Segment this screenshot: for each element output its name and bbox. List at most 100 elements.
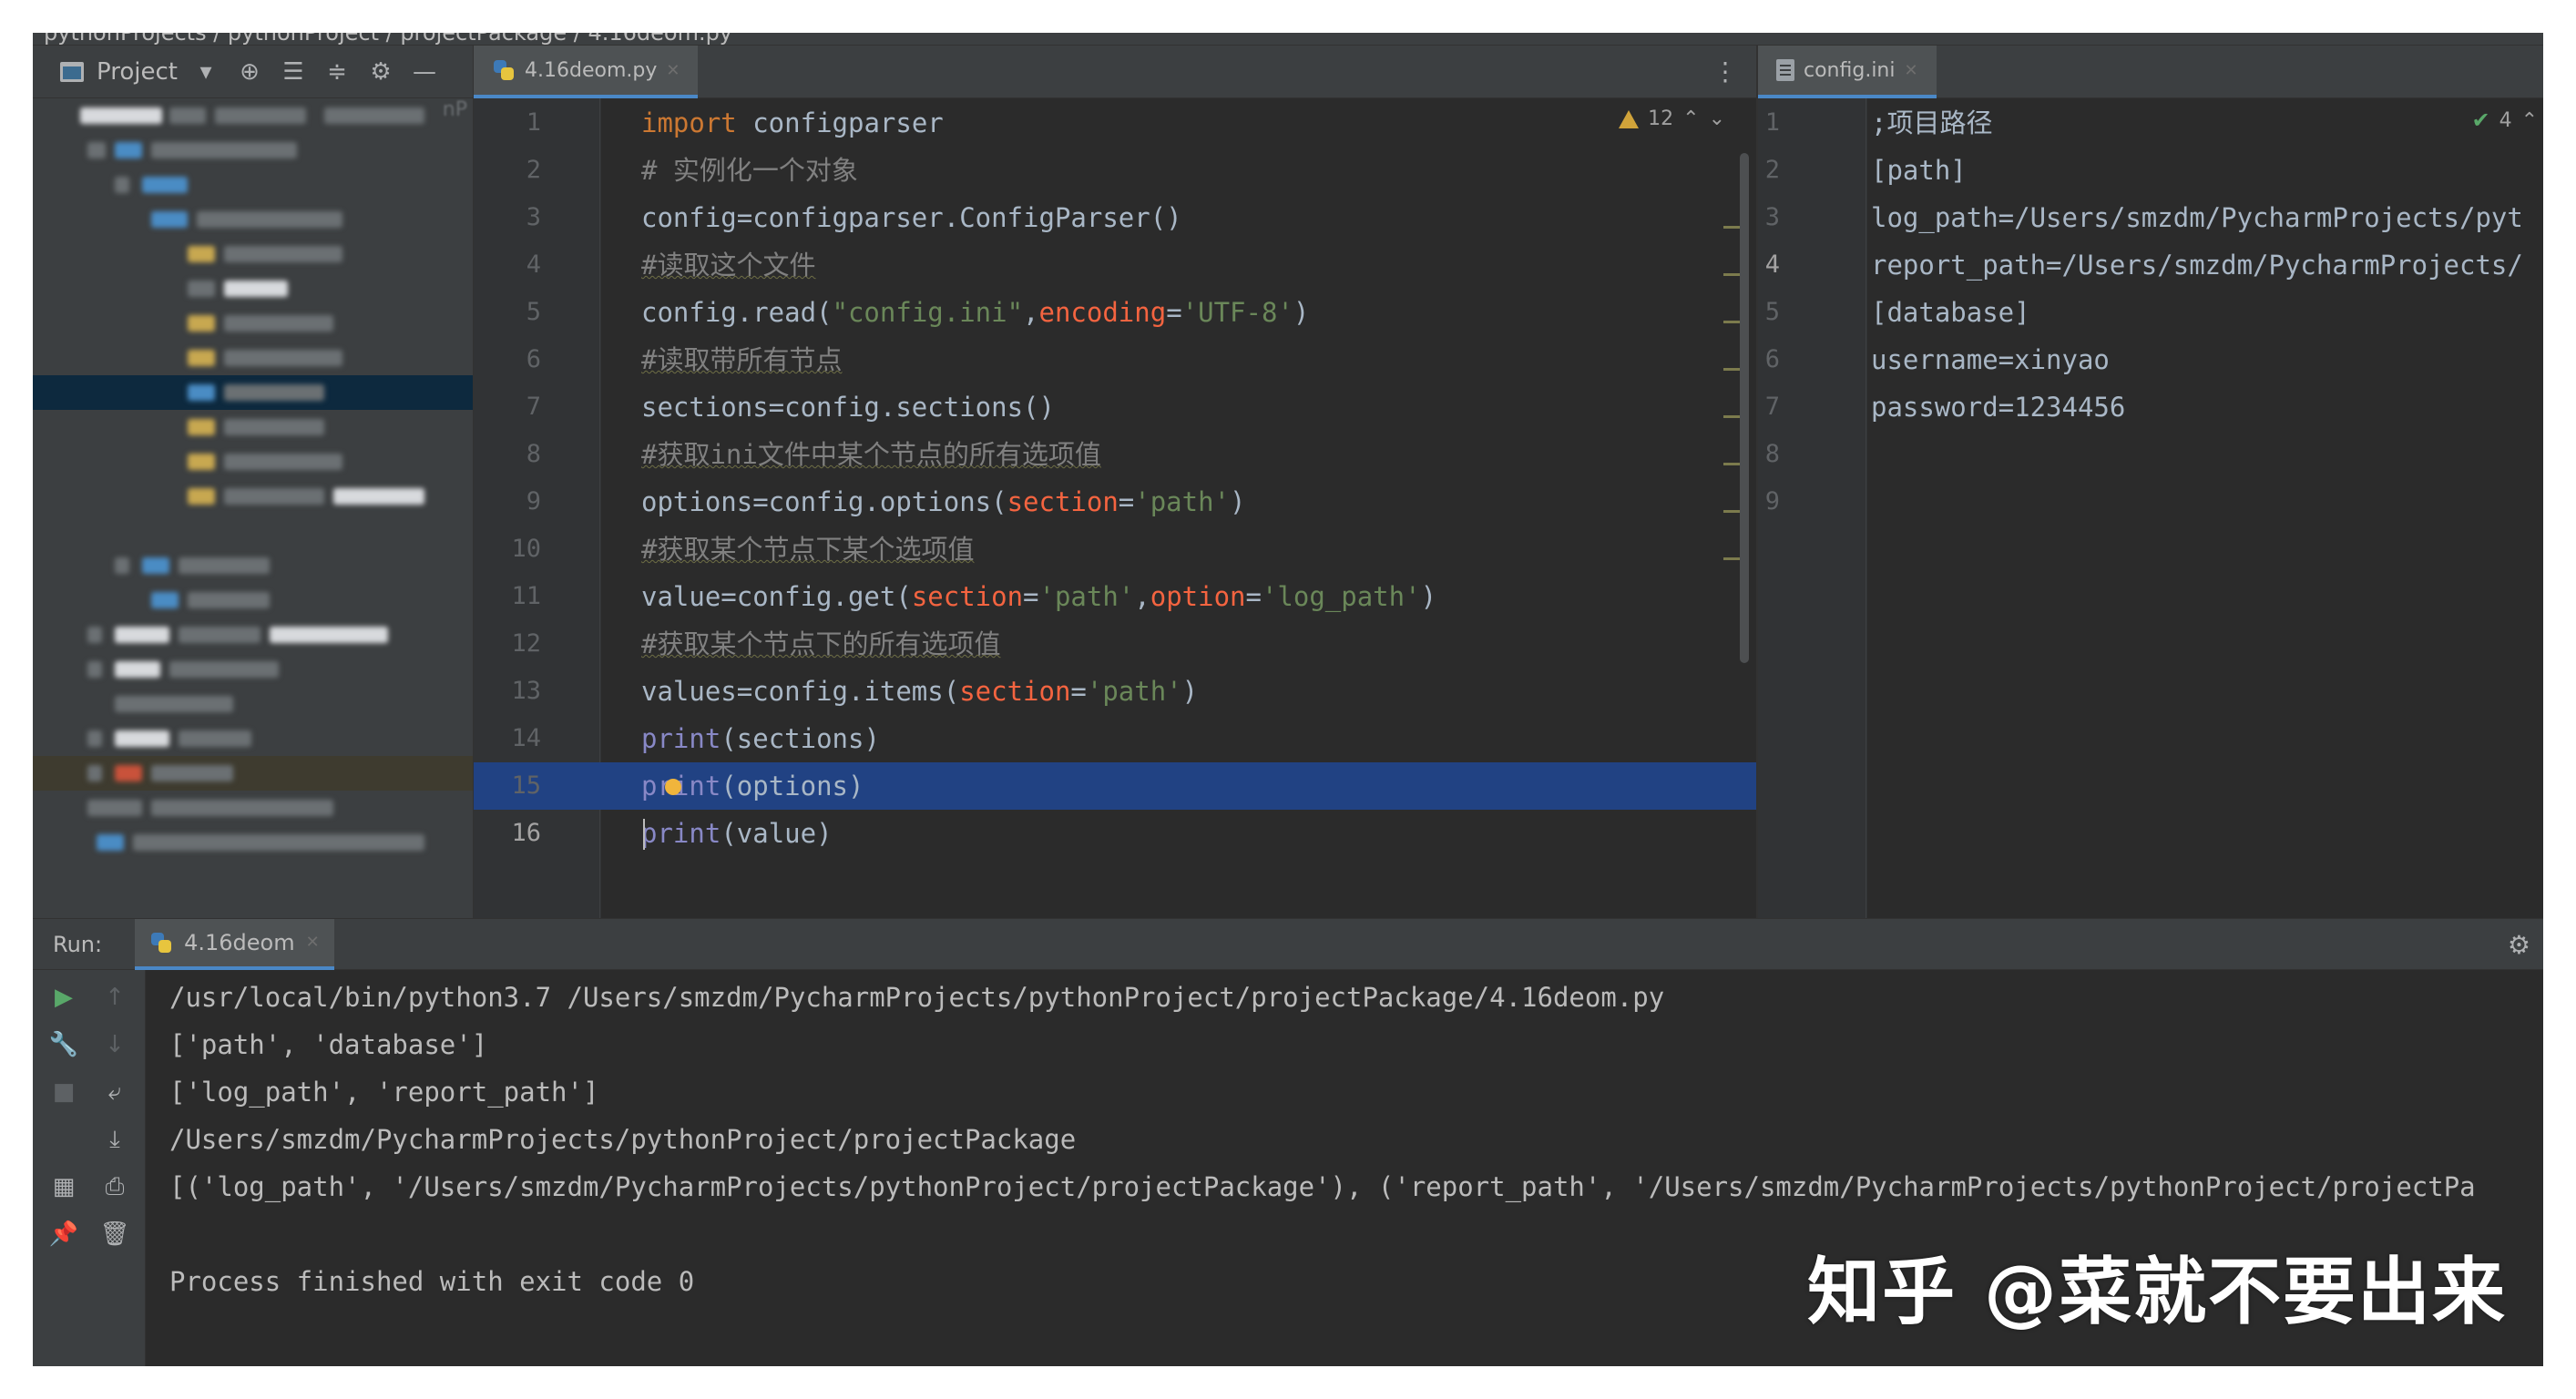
editor-python: 4.16deom.py ✕ ⋮ 12 ⌃ ⌄ 1 import configpa…	[474, 46, 1756, 918]
code-line[interactable]: 13 values=config.items(section='path')	[474, 668, 1756, 715]
code-text: print(value)	[641, 818, 833, 849]
ini-line[interactable]: 5 [database]	[1758, 289, 2543, 336]
code-line[interactable]: 9 options=config.options(section='path')	[474, 478, 1756, 526]
down-arrow-icon[interactable]: ↓	[97, 1026, 133, 1063]
code-line[interactable]: 16 print(value)	[474, 810, 1756, 857]
code-line[interactable]: 6 #读取带所有节点	[474, 336, 1756, 383]
tree-item[interactable]	[33, 306, 473, 341]
up-arrow-icon[interactable]: ↑	[97, 979, 133, 1016]
line-number: 9	[526, 487, 541, 516]
close-icon[interactable]: ✕	[666, 61, 680, 80]
code-editor[interactable]: 12 ⌃ ⌄ 1 import configparser 2 # 实例化一个对象 3 co…	[474, 98, 1756, 918]
tree-item[interactable]	[33, 168, 473, 202]
ini-line[interactable]: 6 username=xinyao	[1758, 336, 2543, 383]
line-number: 7	[1764, 393, 1780, 421]
tab-config-ini[interactable]: config.ini ✕	[1758, 46, 1937, 98]
pin-icon[interactable]: 📌	[46, 1216, 82, 1252]
tree-item[interactable]	[33, 652, 473, 687]
print-icon[interactable]: ⎙	[97, 1169, 133, 1205]
code-text: sections=config.sections()	[641, 392, 1055, 423]
line-number: 1	[1764, 108, 1780, 137]
ide-window: pythonProjects / pythonProject / project…	[33, 33, 2543, 1366]
ini-line[interactable]: 7 password=1234456	[1758, 383, 2543, 431]
layout-icon[interactable]: ▦	[46, 1169, 82, 1205]
code-line[interactable]: 1 import configparser	[474, 99, 1756, 147]
ini-line[interactable]: 3 log_path=/Users/smzdm/PycharmProjects/p…	[1758, 194, 2543, 241]
ini-text: password=1234456	[1871, 392, 2126, 423]
tree-item[interactable]	[33, 98, 473, 133]
tree-item[interactable]	[33, 548, 473, 583]
ini-line[interactable]: 9	[1758, 478, 2543, 526]
rerun-icon[interactable]: ▶	[46, 979, 82, 1016]
code-text: print(sections)	[641, 723, 880, 754]
tree-item[interactable]	[33, 721, 473, 756]
locate-icon[interactable]: ⊕	[234, 58, 265, 86]
tree-item[interactable]	[33, 341, 473, 375]
tree-item[interactable]	[33, 479, 473, 514]
ini-line[interactable]: 4 report_path=/Users/smzdm/PycharmProject…	[1758, 241, 2543, 289]
run-config-tab[interactable]: 4.16deom ✕	[135, 918, 334, 970]
line-number: 16	[511, 819, 541, 847]
editor-ini: config.ini ✕ ✔ 4 ⌃ 1 ;项目路径 2 [path] 3 log_pat…	[1756, 46, 2543, 918]
more-options-icon[interactable]: ⋮	[1712, 56, 1738, 87]
ini-line[interactable]: 2 [path]	[1758, 147, 2543, 194]
line-number: 2	[1764, 156, 1780, 184]
tab-4-16deom-py[interactable]: 4.16deom.py ✕	[474, 46, 699, 98]
project-view-selector[interactable]: Project	[97, 58, 178, 86]
tree-item[interactable]	[33, 687, 473, 721]
minimize-icon[interactable]: —	[409, 58, 440, 86]
collapse-all-icon[interactable]: ≑	[322, 58, 353, 86]
gear-icon[interactable]: ⚙	[2508, 930, 2530, 960]
wrench-icon[interactable]: 🔧	[46, 1026, 82, 1063]
code-line[interactable]: 8 #获取ini文件中某个节点的所有选项值	[474, 431, 1756, 478]
tree-item[interactable]	[33, 756, 473, 791]
code-line[interactable]: 14 print(sections)	[474, 715, 1756, 762]
tree-item[interactable]	[33, 444, 473, 479]
code-line[interactable]: 3 config=configparser.ConfigParser()	[474, 194, 1756, 241]
code-editor[interactable]: ✔ 4 ⌃ 1 ;项目路径 2 [path] 3 log_path=/Users/smzd…	[1758, 98, 2543, 918]
tree-item[interactable]	[33, 271, 473, 306]
tree-item[interactable]	[33, 825, 473, 860]
code-line[interactable]: 7 sections=config.sections()	[474, 383, 1756, 431]
trash-icon[interactable]: 🗑	[97, 1216, 133, 1252]
ini-text: ;项目路径	[1871, 107, 1993, 138]
project-tree[interactable]: nP	[33, 98, 473, 918]
gear-icon[interactable]: ⚙	[365, 58, 396, 86]
tree-item[interactable]	[33, 133, 473, 168]
console-line: Process finished with exit code 0	[169, 1266, 695, 1297]
code-text: # 实例化一个对象	[641, 155, 858, 186]
line-number: 15	[511, 771, 541, 800]
line-number: 3	[1764, 203, 1780, 231]
stop-icon[interactable]: ■	[46, 1074, 82, 1110]
close-icon[interactable]: ✕	[306, 933, 320, 952]
tree-item[interactable]	[33, 583, 473, 618]
close-icon[interactable]: ✕	[1904, 61, 1917, 80]
ini-line[interactable]: 8	[1758, 431, 2543, 478]
console-line: /Users/smzdm/PycharmProjects/pythonProje…	[169, 1124, 1077, 1155]
code-line[interactable]: 2 # 实例化一个对象	[474, 147, 1756, 194]
code-line[interactable]: 11 value=config.get(section='path',option…	[474, 573, 1756, 620]
tree-item[interactable]	[33, 791, 473, 825]
tree-item-selected[interactable]	[33, 375, 473, 410]
lightbulb-icon[interactable]	[665, 779, 681, 795]
tree-item[interactable]	[33, 237, 473, 271]
expand-all-icon[interactable]: ☰	[278, 58, 309, 86]
code-line[interactable]: 10 #获取某个节点下某个选项值	[474, 526, 1756, 573]
line-number: 3	[526, 203, 541, 231]
run-label: Run:	[53, 931, 103, 957]
code-line[interactable]: 4 #读取这个文件	[474, 241, 1756, 289]
line-number: 5	[1764, 298, 1780, 326]
ini-file-icon	[1776, 59, 1794, 81]
scroll-to-end-icon[interactable]: ⤓	[97, 1121, 133, 1158]
tree-item[interactable]	[33, 618, 473, 652]
code-line[interactable]: 5 config.read("config.ini",encoding='UTF-…	[474, 289, 1756, 336]
line-number: 7	[526, 393, 541, 421]
code-line[interactable]: 15print(options)	[474, 762, 1756, 810]
tree-item[interactable]	[33, 410, 473, 444]
soft-wrap-icon[interactable]: ⤶	[97, 1074, 133, 1110]
chevron-down-icon[interactable]: ▾	[190, 58, 221, 86]
editor-tab-bar: config.ini ✕	[1758, 46, 2543, 98]
code-line[interactable]: 12 #获取某个节点下的所有选项值	[474, 620, 1756, 668]
ini-line[interactable]: 1 ;项目路径	[1758, 99, 2543, 147]
tree-item[interactable]	[33, 202, 473, 237]
